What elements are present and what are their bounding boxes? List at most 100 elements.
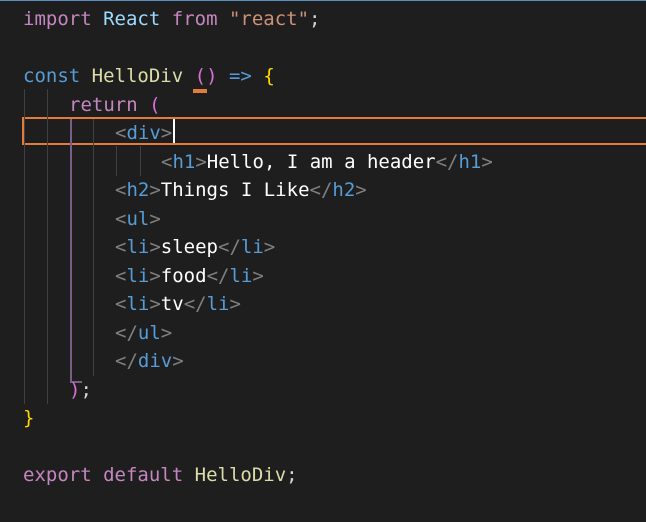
code-token: > bbox=[252, 264, 264, 287]
code-token: sleep bbox=[160, 236, 218, 258]
code-token: } bbox=[23, 407, 35, 429]
code-token: > bbox=[149, 293, 161, 315]
code-line[interactable]: } bbox=[0, 404, 646, 433]
code-token: div bbox=[126, 122, 161, 144]
code-token: > bbox=[149, 207, 161, 230]
code-token: import bbox=[23, 8, 92, 30]
code-token: h2 bbox=[126, 179, 150, 201]
code-token: </ bbox=[309, 179, 333, 201]
code-line-text: <li>tv</li> bbox=[115, 290, 241, 319]
code-token: ) bbox=[206, 65, 218, 87]
code-token: ( bbox=[149, 93, 161, 116]
code-token: </ bbox=[115, 350, 138, 372]
code-token: < bbox=[161, 150, 173, 173]
code-token: > bbox=[149, 264, 161, 287]
code-line[interactable] bbox=[0, 34, 646, 63]
code-token: return bbox=[69, 93, 138, 116]
code-token: ul bbox=[137, 321, 161, 344]
code-token: > bbox=[149, 179, 161, 201]
code-token: </ bbox=[183, 293, 207, 315]
code-token: < bbox=[115, 293, 127, 315]
text-cursor bbox=[173, 119, 175, 143]
code-token: Things I Like bbox=[160, 179, 310, 201]
code-token: "react" bbox=[228, 8, 310, 30]
code-token: h1 bbox=[172, 150, 196, 173]
code-token: li bbox=[126, 293, 150, 315]
code-token: > bbox=[195, 150, 207, 173]
code-token: < bbox=[115, 179, 127, 201]
code-line[interactable]: ); bbox=[0, 376, 646, 405]
code-line[interactable]: <div> bbox=[0, 119, 646, 148]
code-token: HelloDiv bbox=[194, 464, 287, 486]
code-token: tv bbox=[160, 293, 184, 315]
code-token: > bbox=[355, 179, 367, 201]
code-token: </ bbox=[218, 236, 241, 258]
code-line-text: </ul> bbox=[115, 319, 172, 348]
code-token: food bbox=[160, 264, 207, 287]
code-token: ; bbox=[286, 464, 298, 486]
code-token: li bbox=[206, 293, 230, 315]
code-token: > bbox=[172, 350, 184, 372]
code-token: => bbox=[228, 65, 252, 87]
code-line-text: const HelloDiv () => { bbox=[23, 62, 275, 91]
code-line[interactable]: </ul> bbox=[0, 319, 646, 348]
code-line[interactable]: return ( bbox=[0, 91, 646, 120]
code-token: </ bbox=[115, 321, 138, 344]
code-token: ( bbox=[194, 65, 207, 87]
code-token: > bbox=[149, 236, 161, 258]
code-token: </ bbox=[435, 150, 459, 173]
code-token: HelloDiv bbox=[91, 65, 184, 87]
code-line-text: </div> bbox=[115, 347, 184, 376]
code-line-text: <ul> bbox=[115, 205, 161, 234]
code-token: h1 bbox=[458, 150, 482, 173]
code-token: > bbox=[160, 321, 173, 344]
code-line[interactable]: <li>tv</li> bbox=[0, 290, 646, 319]
code-token: > bbox=[229, 293, 241, 315]
code-token: ul bbox=[126, 207, 150, 230]
code-token: ; bbox=[80, 378, 92, 401]
code-token: </ bbox=[206, 264, 230, 287]
code-token: > bbox=[263, 236, 276, 258]
code-token: ) bbox=[69, 378, 81, 401]
code-token: < bbox=[115, 122, 127, 144]
code-token: const bbox=[23, 65, 81, 87]
code-token: default bbox=[103, 464, 184, 486]
code-line-text: <h2>Things I Like</h2> bbox=[115, 176, 367, 205]
code-token: div bbox=[137, 350, 173, 372]
code-line[interactable]: <li>sleep</li> bbox=[0, 233, 646, 262]
code-token: React bbox=[103, 8, 161, 30]
code-token: < bbox=[115, 264, 127, 287]
code-token: ; bbox=[309, 8, 321, 30]
code-token: { bbox=[263, 65, 275, 87]
code-token: < bbox=[115, 207, 127, 230]
code-token: Hello, I am a header bbox=[206, 150, 436, 173]
code-line[interactable]: <h1>Hello, I am a header</h1> bbox=[0, 148, 646, 177]
code-line[interactable]: </div> bbox=[0, 347, 646, 376]
code-token: li bbox=[229, 264, 253, 287]
code-line-text: } bbox=[23, 404, 34, 433]
code-line[interactable]: <ul> bbox=[0, 205, 646, 234]
code-line-text: ); bbox=[69, 376, 92, 405]
code-line-text: <h1>Hello, I am a header</h1> bbox=[161, 148, 493, 177]
code-token: h2 bbox=[332, 179, 356, 201]
code-line[interactable]: <h2>Things I Like</h2> bbox=[0, 176, 646, 205]
code-editor[interactable]: import React from "react"; const HelloDiv… bbox=[0, 0, 646, 522]
code-line[interactable] bbox=[0, 433, 646, 462]
code-token: li bbox=[126, 264, 150, 287]
code-line-text: <li>food</li> bbox=[115, 262, 264, 291]
code-line[interactable]: import React from "react"; bbox=[0, 5, 646, 34]
code-line-text: import React from "react"; bbox=[23, 5, 321, 34]
code-line[interactable]: export default HelloDiv; bbox=[0, 461, 646, 490]
code-line[interactable]: <li>food</li> bbox=[0, 262, 646, 291]
code-line-text: return ( bbox=[69, 91, 161, 120]
code-token: < bbox=[115, 236, 127, 258]
code-line[interactable]: const HelloDiv () => { bbox=[0, 62, 646, 91]
